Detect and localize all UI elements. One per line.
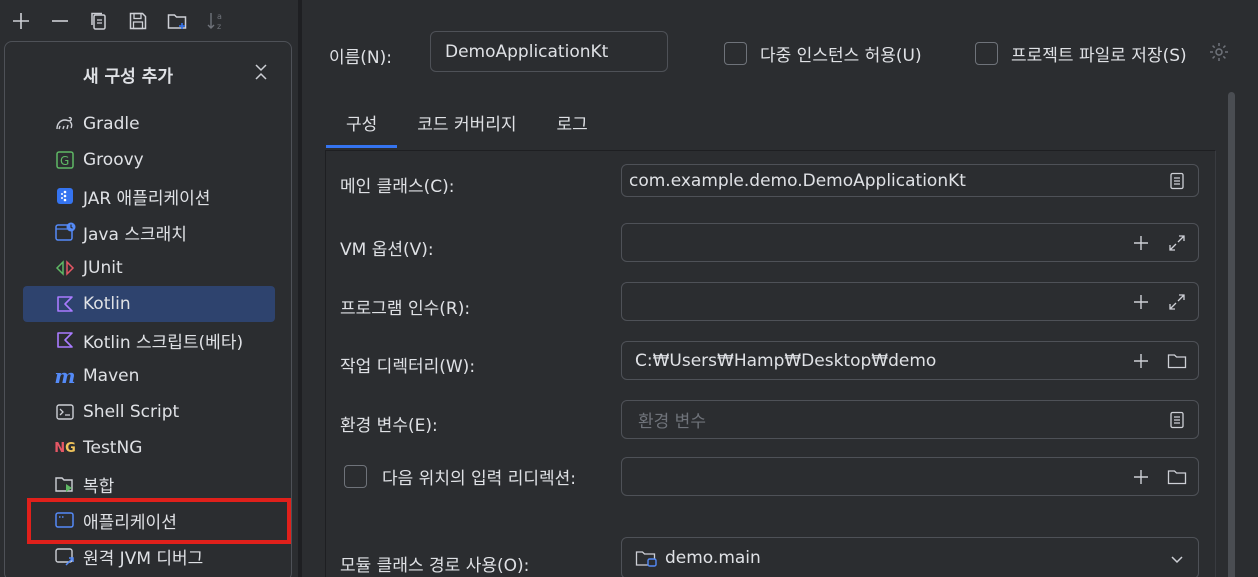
junit-icon bbox=[54, 258, 76, 278]
checkbox-box[interactable] bbox=[975, 42, 998, 65]
sort-icon: az bbox=[203, 8, 229, 34]
remote-debug-icon bbox=[54, 546, 76, 566]
main-class-label: 메인 클래스(C): bbox=[340, 177, 455, 197]
shell-icon bbox=[54, 402, 76, 422]
config-tabs: 구성 코드 커버리지 로그 bbox=[326, 96, 608, 148]
working-dir-label: 작업 디렉터리(W): bbox=[340, 357, 476, 377]
browse-icon[interactable] bbox=[1166, 170, 1188, 192]
checkbox-box[interactable] bbox=[724, 42, 747, 65]
plus-icon[interactable] bbox=[8, 8, 34, 34]
java-scratch-icon bbox=[54, 222, 76, 242]
svg-text:z: z bbox=[217, 22, 221, 31]
list-item-shell-script[interactable]: Shell Script bbox=[23, 394, 275, 430]
compound-icon bbox=[54, 474, 76, 494]
module-classpath-label: 모듈 클래스 경로 사용(O): bbox=[340, 556, 530, 576]
copy-icon[interactable] bbox=[86, 8, 112, 34]
module-classpath-select[interactable]: demo.main bbox=[621, 537, 1199, 577]
vm-options-field[interactable] bbox=[621, 223, 1199, 262]
kotlin-script-icon bbox=[54, 330, 76, 350]
list-item-kotlin[interactable]: Kotlin bbox=[23, 286, 275, 322]
folder-icon[interactable] bbox=[1166, 466, 1188, 488]
program-args-field[interactable] bbox=[621, 282, 1199, 321]
env-vars-label: 환경 변수(E): bbox=[340, 416, 438, 436]
plus-icon[interactable] bbox=[1130, 291, 1152, 313]
plus-icon[interactable] bbox=[1130, 466, 1152, 488]
checkbox-box[interactable] bbox=[344, 465, 367, 488]
browse-icon[interactable] bbox=[1166, 409, 1188, 431]
module-folder-icon bbox=[635, 548, 659, 568]
name-input[interactable]: DemoApplicationKt bbox=[430, 31, 668, 72]
redirect-input-field[interactable] bbox=[621, 457, 1199, 496]
vertical-scrollbar[interactable] bbox=[1228, 92, 1235, 577]
list-item-testng[interactable]: NG TestNG bbox=[23, 430, 275, 466]
chevron-down-icon[interactable] bbox=[1166, 548, 1188, 570]
plus-icon[interactable] bbox=[1130, 232, 1152, 254]
list-item-kotlin-script[interactable]: Kotlin 스크립트(베타) bbox=[23, 322, 275, 358]
minus-icon[interactable] bbox=[47, 8, 73, 34]
name-label: 이름(N): bbox=[329, 48, 392, 68]
add-configuration-popup: 새 구성 추가 Gradle G Groovy JAR 애플리케이션 Java … bbox=[4, 41, 292, 577]
svg-text:a: a bbox=[217, 12, 222, 21]
configuration-form: 메인 클래스(C): com.example.demo.DemoApplicat… bbox=[325, 150, 1216, 577]
store-as-project-file-checkbox[interactable]: 프로젝트 파일로 저장(S) bbox=[975, 41, 1187, 66]
gradle-icon bbox=[54, 114, 76, 134]
main-class-field[interactable]: com.example.demo.DemoApplicationKt bbox=[621, 164, 1199, 197]
list-item-groovy[interactable]: G Groovy bbox=[23, 142, 275, 178]
expand-icon[interactable] bbox=[1166, 232, 1188, 254]
tab-code-coverage[interactable]: 코드 커버리지 bbox=[397, 96, 536, 148]
program-args-label: 프로그램 인수(R): bbox=[340, 299, 471, 319]
list-item-maven[interactable]: m Maven bbox=[23, 358, 275, 394]
list-item-gradle[interactable]: Gradle bbox=[23, 106, 275, 142]
list-item-jar-application[interactable]: JAR 애플리케이션 bbox=[23, 178, 275, 214]
gear-icon[interactable] bbox=[1208, 41, 1230, 63]
groovy-icon: G bbox=[54, 150, 76, 170]
testng-icon: NG bbox=[54, 440, 76, 456]
expand-icon[interactable] bbox=[1166, 291, 1188, 313]
tab-configuration[interactable]: 구성 bbox=[326, 96, 398, 148]
new-folder-icon[interactable] bbox=[164, 8, 190, 34]
jar-icon bbox=[54, 186, 76, 206]
svg-text:G: G bbox=[60, 154, 69, 168]
popup-title: 새 구성 추가 bbox=[82, 67, 174, 87]
save-icon[interactable] bbox=[125, 8, 151, 34]
allow-multiple-checkbox[interactable]: 다중 인스턴스 허용(U) bbox=[724, 41, 922, 66]
config-toolbar: az bbox=[0, 0, 300, 42]
kotlin-icon bbox=[54, 294, 76, 314]
working-dir-field[interactable]: C:₩Users₩Hamp₩Desktop₩demo bbox=[621, 341, 1199, 380]
maven-icon: m bbox=[54, 364, 76, 388]
tab-logs[interactable]: 로그 bbox=[537, 96, 608, 148]
list-item-java-scratch[interactable]: Java 스크래치 bbox=[23, 214, 275, 250]
plus-icon[interactable] bbox=[1130, 350, 1152, 372]
highlight-annotation-box bbox=[27, 498, 291, 544]
folder-icon[interactable] bbox=[1166, 350, 1188, 372]
redirect-input-checkbox[interactable]: 다음 위치의 입력 리디렉션: bbox=[344, 464, 576, 489]
env-vars-field[interactable]: 환경 변수 bbox=[621, 400, 1199, 439]
vm-options-label: VM 옵션(V): bbox=[340, 240, 434, 260]
list-item-junit[interactable]: JUnit bbox=[23, 250, 275, 286]
collapse-icon[interactable] bbox=[253, 62, 269, 82]
list-item-compound[interactable]: 복합 bbox=[23, 466, 275, 502]
run-configuration-editor: 이름(N): DemoApplicationKt 다중 인스턴스 허용(U) 프… bbox=[302, 0, 1258, 577]
